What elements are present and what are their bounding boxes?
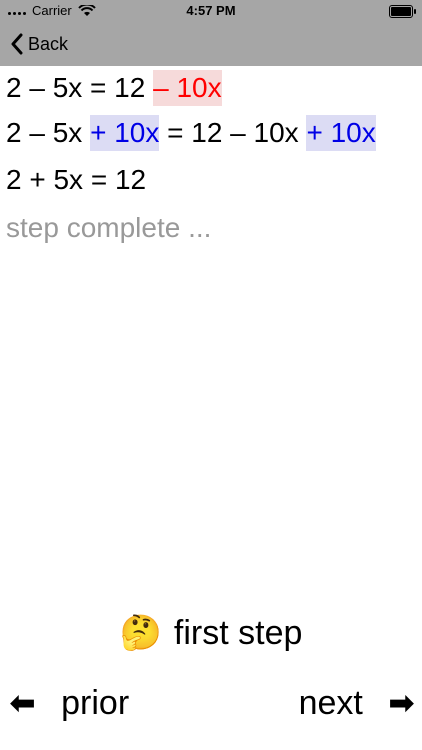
hint-row: 🤔 first step bbox=[0, 610, 422, 656]
subtracted-term: – 10x bbox=[153, 70, 222, 106]
navigation-bar: Back bbox=[0, 22, 422, 66]
arrow-left-icon: ⬅ bbox=[10, 686, 36, 720]
back-button[interactable]: Back bbox=[10, 30, 68, 58]
status-bar: Carrier 4:57 PM bbox=[0, 0, 422, 22]
step-status: step complete ... bbox=[6, 212, 212, 243]
equation-step-1: 2 – 5x = 12 – 10x bbox=[6, 70, 222, 106]
back-label: Back bbox=[28, 33, 69, 54]
equation-step-3: 2 + 5x = 12 bbox=[6, 162, 146, 198]
next-button[interactable]: next ➡ bbox=[299, 680, 414, 726]
status-time: 4:57 PM bbox=[186, 3, 236, 18]
added-term: + 10x bbox=[90, 115, 160, 151]
equation-term: = 12 – 10x bbox=[159, 117, 307, 148]
equation-term: 2 – 5x bbox=[6, 117, 91, 148]
prior-label: prior bbox=[61, 683, 130, 722]
chevron-left-icon bbox=[11, 33, 23, 55]
equation-term: 2 – 5x = 12 bbox=[6, 72, 154, 103]
added-term: + 10x bbox=[306, 115, 376, 151]
equation-step-2: 2 – 5x + 10x = 12 – 10x + 10x bbox=[6, 115, 376, 151]
prior-button[interactable]: ⬅ prior bbox=[10, 680, 129, 726]
next-label: next bbox=[298, 683, 363, 722]
battery-icon bbox=[389, 5, 416, 18]
hint-label: first step bbox=[173, 613, 303, 652]
equation-term: 2 + 5x = 12 bbox=[6, 164, 147, 195]
thinking-face-icon: 🤔 bbox=[119, 614, 162, 652]
arrow-right-icon: ➡ bbox=[388, 686, 414, 720]
